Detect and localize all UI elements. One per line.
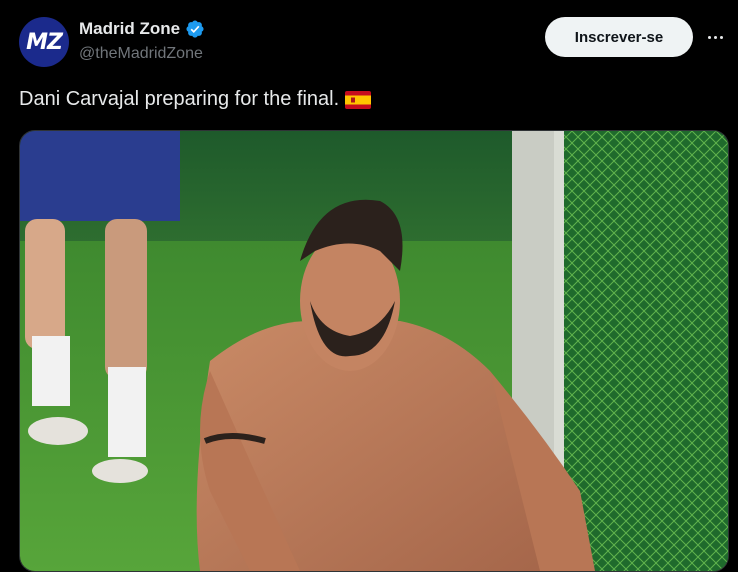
avatar-logo-text: MZ	[26, 29, 63, 55]
spain-flag-icon	[345, 90, 372, 109]
author-name-row[interactable]: Madrid Zone	[79, 19, 205, 39]
tweet-photo[interactable]	[19, 130, 729, 572]
follow-button[interactable]: Inscrever-se	[545, 17, 693, 57]
more-horizontal-icon[interactable]	[704, 27, 726, 47]
tweet-text: Dani Carvajal preparing for the final.	[19, 88, 340, 110]
author-handle[interactable]: @theMadridZone	[79, 45, 203, 63]
author-display-name[interactable]: Madrid Zone	[79, 19, 180, 39]
avatar[interactable]: MZ	[19, 17, 69, 67]
verified-badge-icon	[186, 20, 204, 38]
tweet-text-row: Dani Carvajal preparing for the final.	[19, 88, 372, 111]
photo-canvas	[20, 131, 728, 571]
